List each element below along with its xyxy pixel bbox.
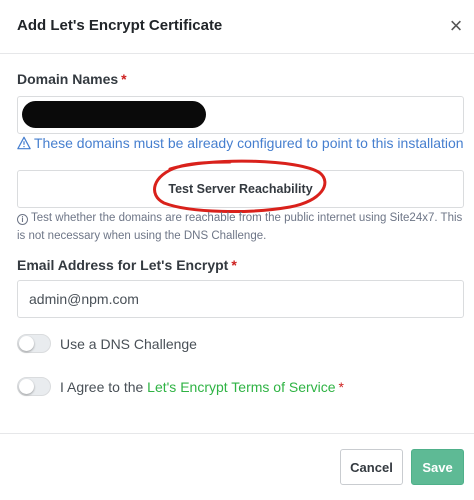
terms-prefix: I Agree to the (60, 378, 148, 395)
terms-of-service-link[interactable]: Let's Encrypt Terms of Service (147, 379, 335, 395)
required-mark: * (231, 257, 237, 273)
test-reachability-button[interactable]: Test Server Reachability (17, 170, 464, 208)
modal-title: Add Let's Encrypt Certificate (17, 17, 223, 34)
email-label: Email Address for Let's Encrypt * (17, 257, 237, 273)
domain-names-label-text: Domain Names (17, 71, 119, 87)
required-mark: * (121, 71, 127, 87)
modal-header: Add Let's Encrypt Certificate × (0, 0, 474, 54)
info-circle-icon: i (17, 214, 28, 225)
required-mark: * (338, 378, 344, 395)
cancel-button[interactable]: Cancel (340, 449, 403, 485)
domain-info-text: These domains must be already configured… (34, 135, 464, 151)
toggle-knob (19, 336, 34, 351)
warning-triangle-icon (17, 136, 31, 150)
save-button[interactable]: Save (411, 449, 464, 485)
dns-challenge-toggle[interactable] (17, 334, 51, 353)
email-label-text: Email Address for Let's Encrypt (17, 257, 229, 273)
test-reachability-label: Test Server Reachability (168, 182, 313, 196)
redacted-domain-value (22, 101, 206, 128)
domain-names-label: Domain Names * (17, 71, 127, 87)
add-certificate-modal: Add Let's Encrypt Certificate × Domain N… (0, 0, 474, 500)
reachability-hint-text: Test whether the domains are reachable f… (17, 212, 463, 242)
close-icon[interactable]: × (446, 14, 466, 38)
terms-label: I Agree to the Let's Encrypt Terms of Se… (60, 379, 344, 395)
terms-toggle[interactable] (17, 377, 51, 396)
dns-challenge-row: Use a DNS Challenge (17, 334, 197, 353)
terms-row: I Agree to the Let's Encrypt Terms of Se… (17, 377, 344, 396)
reachability-hint: i Test whether the domains are reachable … (17, 209, 467, 245)
toggle-knob (19, 379, 34, 394)
email-input[interactable]: admin@npm.com (17, 280, 464, 318)
dns-challenge-label: Use a DNS Challenge (60, 335, 197, 352)
domain-info-line: These domains must be already configured… (17, 135, 464, 151)
